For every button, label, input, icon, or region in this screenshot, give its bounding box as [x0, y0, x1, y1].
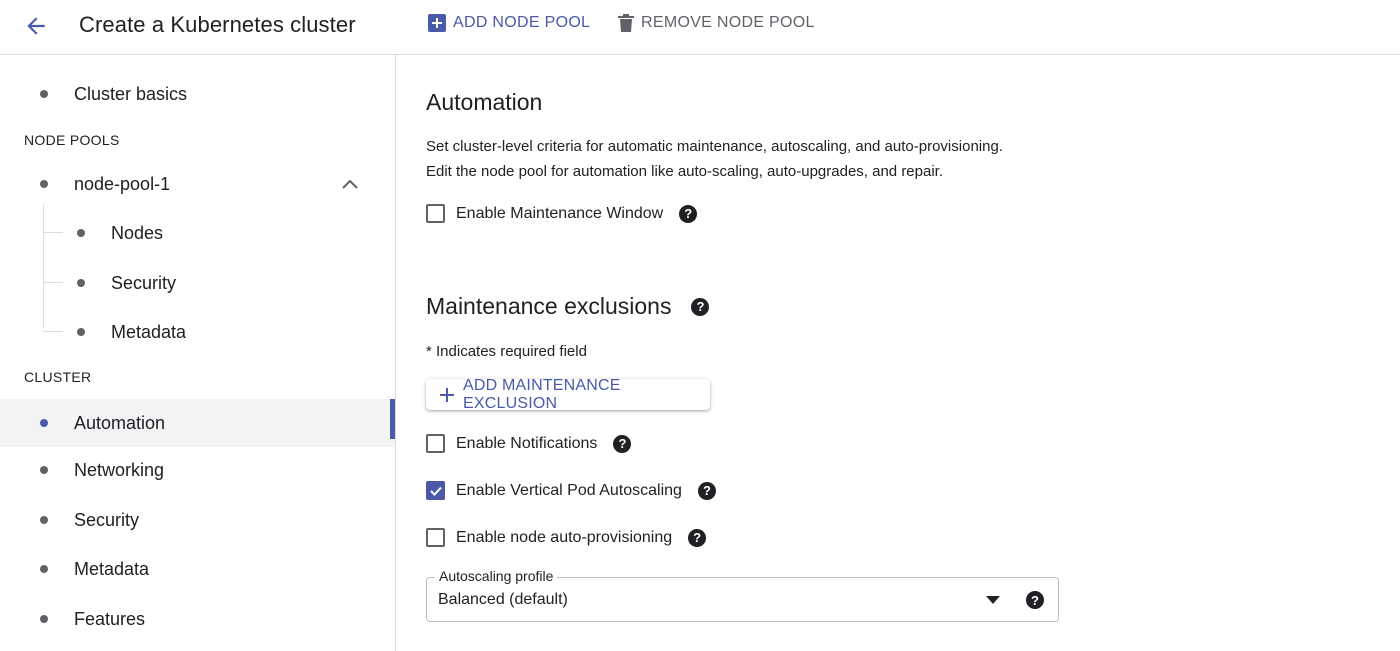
check-icon	[429, 486, 442, 496]
sidebar-item-metadata[interactable]: Metadata	[0, 546, 395, 592]
sidebar-item-features[interactable]: Features	[0, 596, 395, 642]
notifications-checkbox[interactable]	[426, 434, 445, 453]
remove-node-pool-button[interactable]: REMOVE NODE POOL	[618, 14, 815, 32]
add-box-icon	[428, 14, 446, 32]
sidebar-item-label: Metadata	[111, 321, 187, 342]
sidebar-item-label: Features	[74, 608, 146, 629]
active-indicator	[390, 399, 395, 439]
automation-heading: Automation	[426, 89, 543, 115]
sidebar-item-nodes[interactable]: Nodes	[0, 210, 395, 256]
node-auto-provisioning-label: Enable node auto-provisioning	[456, 528, 673, 546]
node-auto-provisioning-option[interactable]: Enable node auto-provisioning ?	[426, 528, 707, 547]
sidebar-item-automation[interactable]: Automation	[0, 399, 395, 447]
bullet-icon	[40, 565, 48, 573]
maintenance-exclusions-title: Maintenance exclusions	[426, 293, 672, 319]
help-icon[interactable]: ?	[691, 297, 710, 316]
bullet-icon	[40, 180, 48, 188]
sidebar-item-label: Nodes	[111, 222, 164, 243]
bullet-icon	[40, 419, 48, 427]
add-maintenance-exclusion-button[interactable]: ADD MAINTENANCE EXCLUSION	[426, 376, 710, 412]
maintenance-exclusions-heading: Maintenance exclusions ?	[426, 293, 710, 320]
bullet-icon	[40, 90, 48, 98]
back-button[interactable]	[20, 10, 52, 42]
sidebar-item-label: Metadata	[74, 558, 150, 579]
help-icon[interactable]: ?	[697, 481, 716, 500]
trash-icon	[618, 14, 634, 32]
autoscaling-profile-label: Autoscaling profile	[435, 568, 558, 584]
vertical-pod-autoscaling-label: Enable Vertical Pod Autoscaling	[456, 481, 682, 499]
autoscaling-profile-value: Balanced (default)	[438, 591, 568, 608]
help-icon[interactable]: ?	[688, 528, 707, 547]
help-icon[interactable]: ?	[1026, 591, 1044, 609]
help-icon[interactable]: ?	[679, 204, 698, 223]
main-content: Automation Set cluster-level criteria fo…	[426, 55, 1386, 651]
sidebar-item-label: node-pool-1	[74, 173, 171, 194]
sidebar-item-node-metadata[interactable]: Metadata	[0, 309, 395, 355]
maintenance-window-checkbox[interactable]	[426, 204, 445, 223]
bullet-icon	[40, 466, 48, 474]
help-icon[interactable]: ?	[613, 434, 632, 453]
maintenance-window-label: Enable Maintenance Window	[456, 204, 664, 222]
maintenance-window-option[interactable]: Enable Maintenance Window ?	[426, 204, 698, 223]
notifications-option[interactable]: Enable Notifications ?	[426, 434, 632, 453]
section-header-node-pools: NODE POOLS	[24, 132, 120, 148]
plus-icon	[439, 387, 455, 403]
sidebar-item-security[interactable]: Security	[0, 497, 395, 543]
sidebar-item-label: Automation	[74, 412, 166, 433]
bullet-icon	[77, 279, 85, 287]
top-bar: Create a Kubernetes cluster ADD NODE POO…	[0, 0, 1400, 55]
sidebar-item-label: Networking	[74, 459, 165, 480]
sidebar-item-label: Security	[74, 509, 140, 530]
sidebar-item-node-security[interactable]: Security	[0, 260, 395, 306]
add-node-pool-label: ADD NODE POOL	[453, 14, 591, 31]
notifications-label: Enable Notifications	[456, 434, 598, 452]
section-header-cluster: CLUSTER	[24, 369, 92, 385]
arrow-back-icon	[27, 17, 45, 35]
add-maintenance-exclusion-label: ADD MAINTENANCE EXCLUSION	[463, 376, 621, 412]
sidebar-item-cluster-basics[interactable]: Cluster basics	[0, 71, 395, 117]
automation-description-line-1: Set cluster-level criteria for automatic…	[426, 138, 1003, 155]
page-title: Create a Kubernetes cluster	[79, 12, 356, 37]
node-auto-provisioning-checkbox[interactable]	[426, 528, 445, 547]
required-field-note: * Indicates required field	[426, 343, 587, 360]
vertical-pod-autoscaling-checkbox[interactable]	[426, 481, 445, 500]
autoscaling-profile-select[interactable]: Autoscaling profile Balanced (default) ?	[426, 568, 1059, 622]
dropdown-arrow-icon[interactable]	[983, 594, 1003, 606]
sidebar-item-networking[interactable]: Networking	[0, 447, 395, 493]
bullet-icon	[77, 229, 85, 237]
add-node-pool-button[interactable]: ADD NODE POOL	[428, 14, 590, 32]
bullet-icon	[40, 516, 48, 524]
bullet-icon	[40, 615, 48, 623]
chevron-up-icon[interactable]	[340, 175, 360, 195]
bullet-icon	[77, 328, 85, 336]
remove-node-pool-label: REMOVE NODE POOL	[641, 14, 815, 31]
vertical-pod-autoscaling-option[interactable]: Enable Vertical Pod Autoscaling ?	[426, 481, 716, 500]
sidebar-item-label: Security	[111, 272, 177, 293]
sidebar-item-node-pool-1[interactable]: node-pool-1	[0, 161, 395, 207]
sidebar: Cluster basics NODE POOLS node-pool-1 No…	[0, 55, 396, 651]
sidebar-item-label: Cluster basics	[74, 83, 188, 104]
automation-description-line-2: Edit the node pool for automation like a…	[426, 163, 944, 180]
